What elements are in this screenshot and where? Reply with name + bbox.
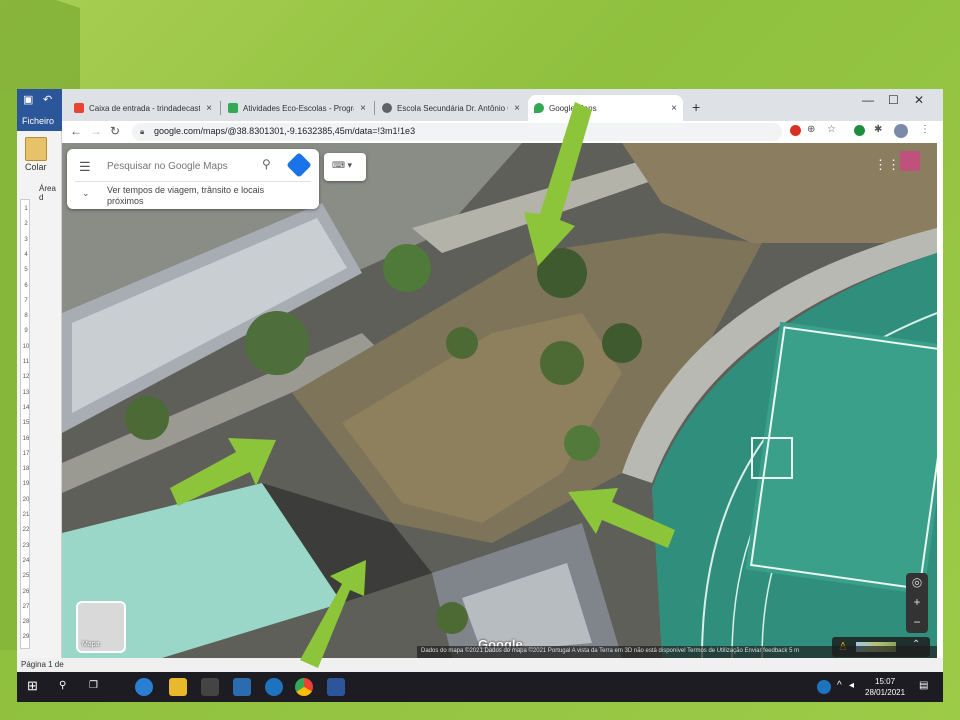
arrow-right-upper [170,438,276,506]
app-icon[interactable] [233,678,251,696]
notifications-icon[interactable]: ▤ [919,680,928,691]
chrome-icon[interactable] [295,678,313,696]
clock-time: 15:07 [875,677,896,686]
task-view-icon[interactable]: ❐ [89,680,98,691]
clock[interactable]: 15:07 28/01/2021 [865,676,905,698]
search-icon[interactable]: ⚲ [59,680,66,691]
annotation-arrows [170,102,675,668]
file-explorer-icon[interactable] [169,678,187,696]
chevron-up-icon[interactable]: ^ [837,680,842,691]
windows-start-icon[interactable]: ⊞ [27,678,38,694]
clock-date: 28/01/2021 [865,688,906,697]
windows-taskbar: ⊞ ⚲ ❐ ^ ◂ 15:07 28/01/2021 ▤ [17,672,943,702]
edge-icon[interactable] [135,678,153,696]
word-icon[interactable] [327,678,345,696]
arrow-left-lower [568,488,675,548]
help-icon[interactable] [817,680,831,694]
store-icon[interactable] [201,678,219,696]
arrow-up [300,560,366,668]
speaker-icon[interactable]: ◂ [849,680,854,691]
internet-explorer-icon[interactable] [265,678,283,696]
arrow-down [524,102,592,266]
